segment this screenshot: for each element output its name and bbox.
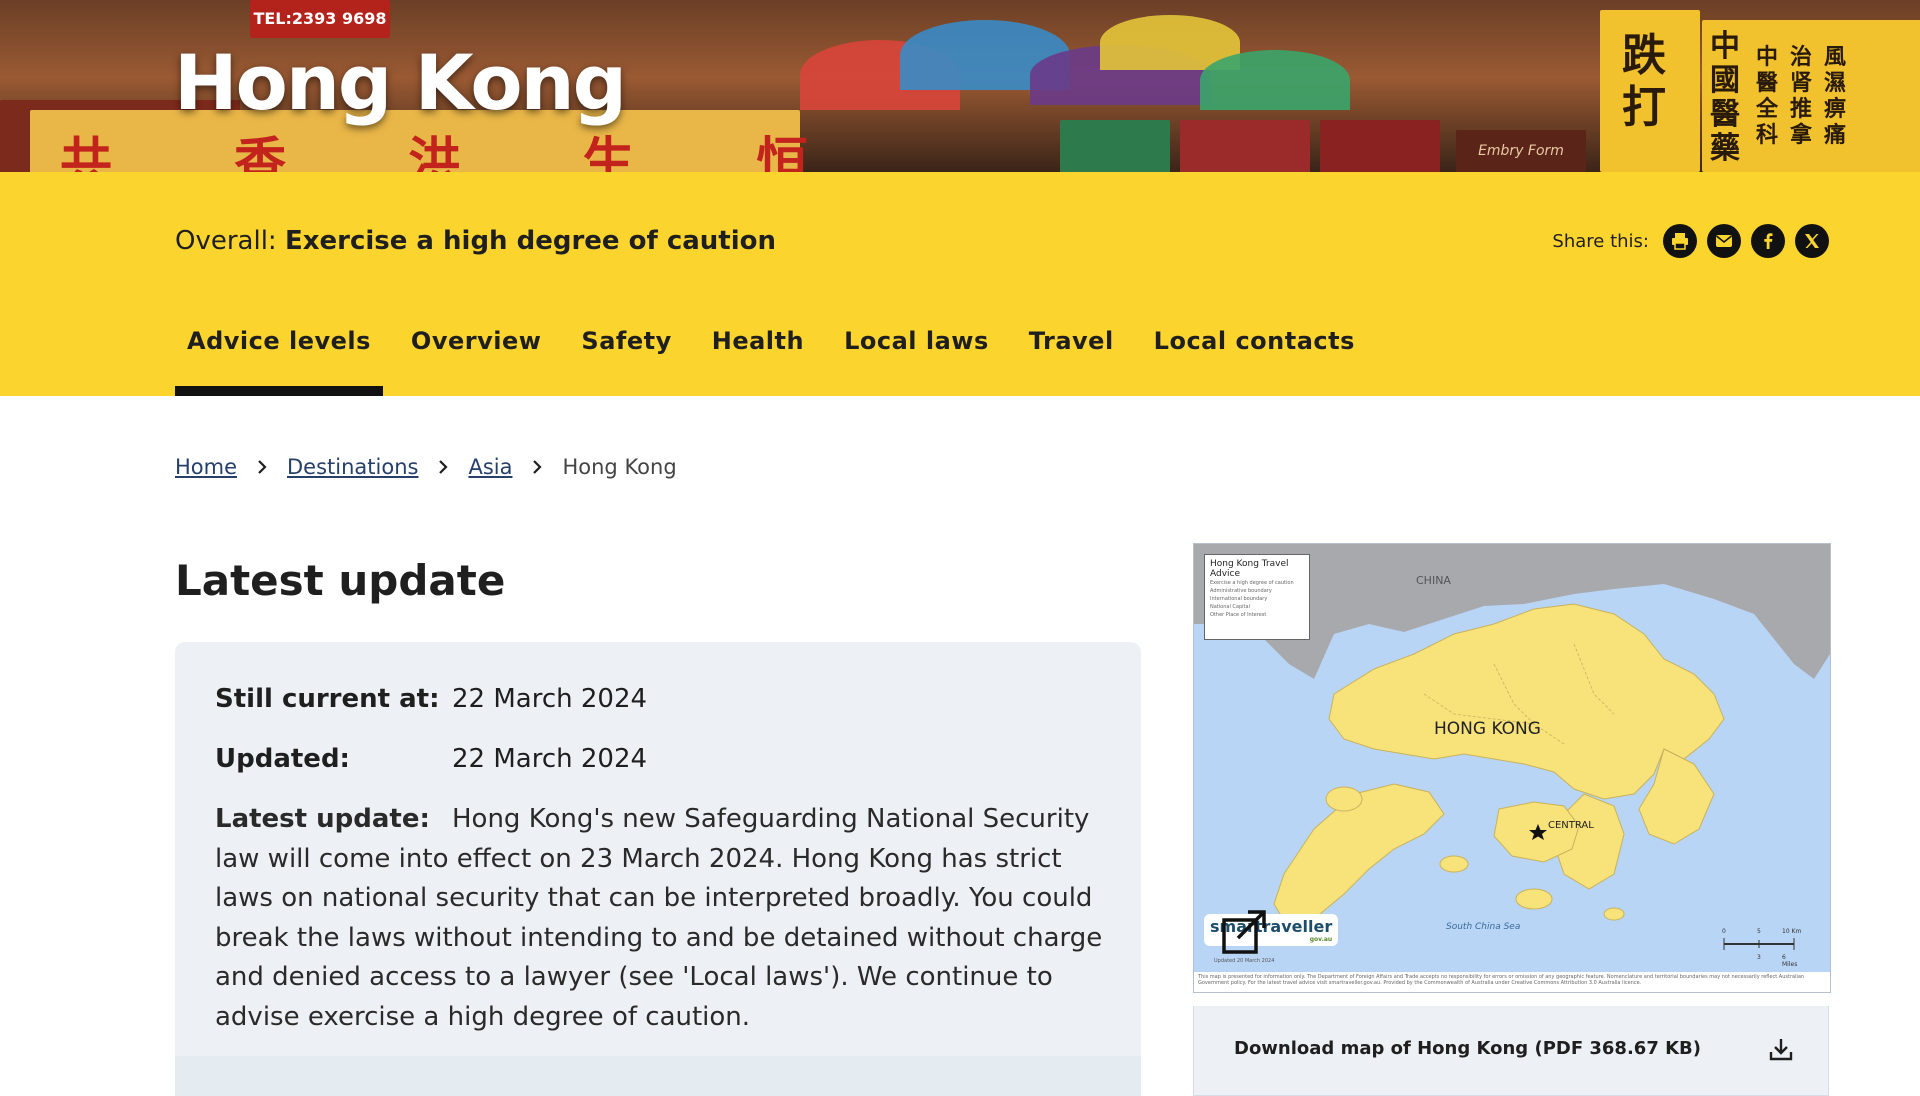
scale-km: 10 Km xyxy=(1782,928,1802,935)
updated-value: 22 March 2024 xyxy=(452,744,648,774)
still-current-value: 22 March 2024 xyxy=(452,684,648,714)
latest-update-panel: Still current at: 22 March 2024 Updated: 2… xyxy=(175,642,1141,1096)
scale-three: 3 xyxy=(1757,954,1761,961)
map-label-china: CHINA xyxy=(1416,574,1451,587)
section-tabs: Advice levels Overview Safety Health Loc… xyxy=(175,310,1383,396)
breadcrumb-home[interactable]: Home xyxy=(175,455,237,479)
external-link-icon xyxy=(1222,910,1266,954)
hero-sign-characters: 共 香 洪 生 恒 xyxy=(60,132,861,172)
updated-row: Updated: 22 March 2024 xyxy=(215,744,647,774)
map-label-central: CENTRAL xyxy=(1548,820,1594,831)
overall-level: Exercise a high degree of caution xyxy=(284,226,777,256)
map-label-sea: South China Sea xyxy=(1446,922,1521,932)
legend-title: Hong Kong Travel Advice xyxy=(1210,559,1289,579)
tab-local-laws[interactable]: Local laws xyxy=(832,310,1001,396)
chevron-right-icon xyxy=(438,460,449,474)
hero-sign-characters: 跌打 xyxy=(1622,30,1666,133)
map-legend: Hong Kong Travel Advice Exercise a high … xyxy=(1204,554,1310,640)
hero-sign xyxy=(1060,120,1170,172)
tab-advice-levels[interactable]: Advice levels xyxy=(175,310,383,396)
hero-sign-characters: 中國醫藥 xyxy=(1710,29,1740,166)
print-icon xyxy=(1672,233,1688,250)
tab-health[interactable]: Health xyxy=(700,310,816,396)
page-title: Hong Kong xyxy=(174,38,627,127)
scale-miles: 6 Miles xyxy=(1782,954,1798,968)
x-share-button[interactable] xyxy=(1795,224,1829,258)
hero-umbrella xyxy=(1200,50,1350,110)
tab-safety[interactable]: Safety xyxy=(569,310,683,396)
map-disclaimer: This map is presented for information on… xyxy=(1194,972,1830,992)
share-bar: Share this: xyxy=(1552,224,1829,258)
hero-sign xyxy=(1320,120,1440,172)
breadcrumb: Home Destinations Asia Hong Kong xyxy=(175,455,677,479)
legend-item: Other Place of Interest xyxy=(1210,612,1267,618)
scale-five: 5 xyxy=(1757,928,1761,935)
tab-local-contacts[interactable]: Local contacts xyxy=(1142,310,1367,396)
tab-travel[interactable]: Travel xyxy=(1017,310,1126,396)
email-icon xyxy=(1716,235,1732,247)
legend-item: International boundary xyxy=(1210,596,1268,602)
print-button[interactable] xyxy=(1663,224,1697,258)
facebook-button[interactable] xyxy=(1751,224,1785,258)
tab-overview[interactable]: Overview xyxy=(399,310,553,396)
latest-update-heading: Latest update xyxy=(175,556,506,605)
share-label: Share this: xyxy=(1552,230,1649,252)
chevron-right-icon xyxy=(257,460,267,474)
still-current-row: Still current at: 22 March 2024 xyxy=(215,684,647,714)
chevron-right-icon xyxy=(532,460,543,474)
panel-footer xyxy=(175,1056,1141,1096)
hero-sign-characters: 治肾推拿 xyxy=(1790,44,1813,148)
hero-sign: Embry Form xyxy=(1456,130,1586,172)
download-label: Download map of Hong Kong (PDF 368.67 KB… xyxy=(1234,1038,1702,1059)
scale-zero: 0 xyxy=(1722,928,1726,935)
breadcrumb-asia[interactable]: Asia xyxy=(468,455,512,479)
legend-item: National Capital xyxy=(1210,604,1250,610)
updated-label: Updated: xyxy=(215,744,350,774)
hero-banner: TEL:2393 9698 共 香 洪 生 恒 Embry Form 跌打 中國… xyxy=(0,0,1920,172)
map-updated: Updated 20 March 2024 xyxy=(1214,958,1275,964)
hong-kong-map[interactable]: Hong Kong Travel Advice Exercise a high … xyxy=(1193,543,1831,993)
hero-sign-characters: 中醫全科 xyxy=(1756,44,1779,148)
still-current-label: Still current at: xyxy=(215,684,440,714)
legend-item: Exercise a high degree of caution xyxy=(1210,580,1294,586)
x-icon xyxy=(1805,234,1819,248)
advice-band: Overall: Exercise a high degree of cauti… xyxy=(0,172,1920,396)
breadcrumb-destinations[interactable]: Destinations xyxy=(287,455,418,479)
email-button[interactable] xyxy=(1707,224,1741,258)
facebook-icon xyxy=(1764,233,1773,249)
legend-item: Administrative boundary xyxy=(1210,588,1272,594)
download-map-link[interactable]: Download map of Hong Kong (PDF 368.67 KB… xyxy=(1193,1006,1829,1096)
latest-update-label: Latest update: xyxy=(215,804,430,834)
overall-advice: Overall: Exercise a high degree of cauti… xyxy=(175,226,776,256)
map-label-hong-kong: HONG KONG xyxy=(1434,719,1541,739)
hero-sign-characters: 風濕痹痛 xyxy=(1824,44,1847,148)
breadcrumb-current: Hong Kong xyxy=(562,455,677,479)
download-icon xyxy=(1769,1039,1793,1061)
latest-update-text: Latest update: Hong Kong's new Safeguardi… xyxy=(215,800,1105,1037)
hero-sign xyxy=(1180,120,1310,172)
overall-label: Overall: xyxy=(175,226,277,256)
hero-sign: TEL:2393 9698 xyxy=(250,0,390,38)
